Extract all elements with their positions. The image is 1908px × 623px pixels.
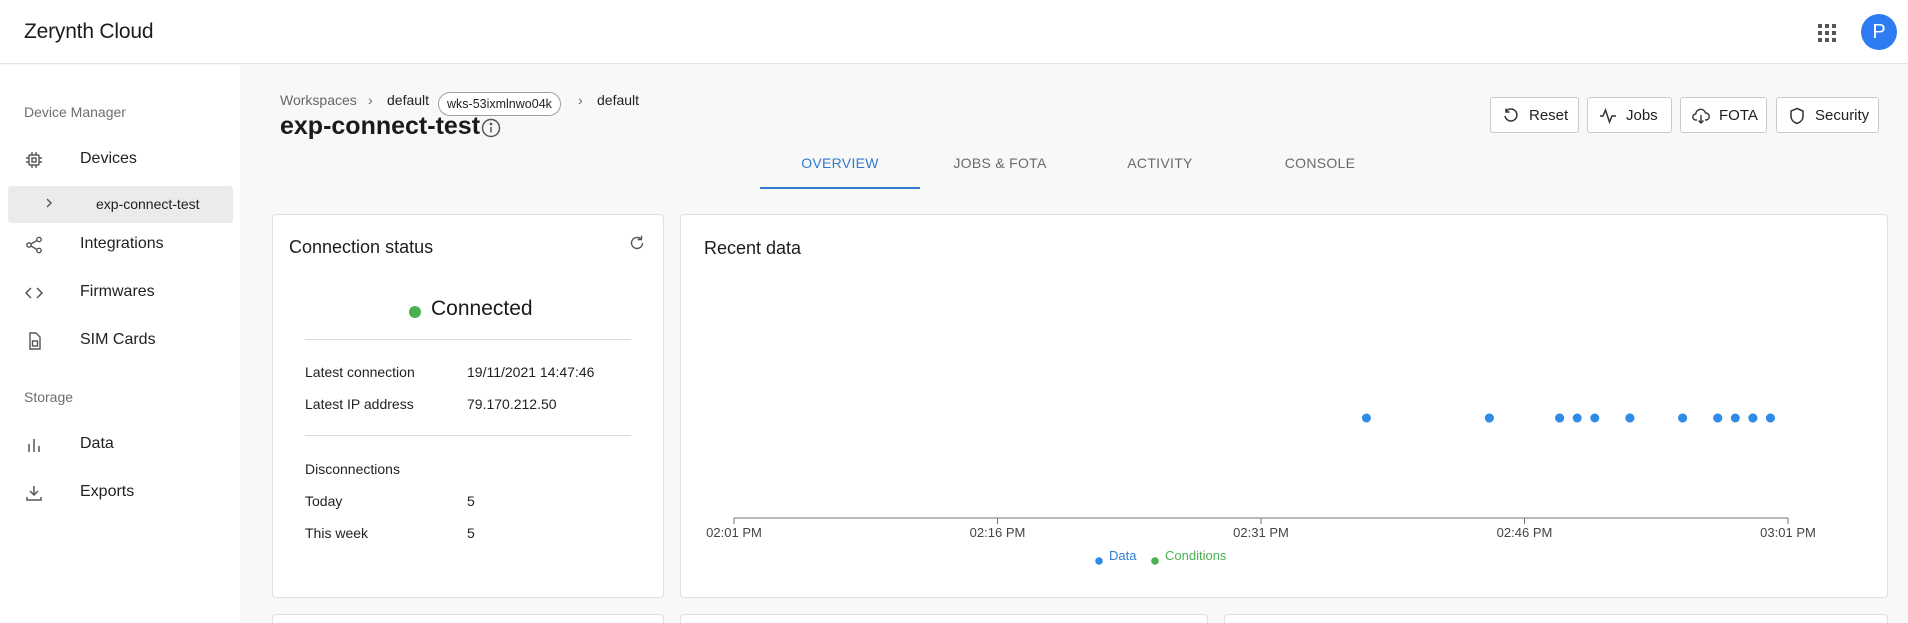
x-tick-label: 02:01 PM [706,525,762,540]
sidebar-item-label: Firmwares [80,283,155,300]
section-device-manager: Device Manager [24,104,126,120]
divider [305,435,631,436]
breadcrumb-workspace-name[interactable]: default [387,92,429,108]
sidebar-item-label: SIM Cards [80,331,156,348]
reset-icon [1504,108,1518,122]
info-icon[interactable] [480,117,502,139]
refresh-icon[interactable] [628,234,646,252]
cloud-download-icon [1692,108,1710,124]
breadcrumb-workspaces[interactable]: Workspaces [280,92,357,108]
tab-overview[interactable]: OVERVIEW [760,155,920,191]
data-point [1713,413,1723,423]
sidebar-item-label: Exports [80,483,135,500]
sidebar-item-label: Integrations [80,235,164,252]
card-partial [272,614,664,623]
user-avatar[interactable]: P [1861,14,1897,50]
sidebar-item-data[interactable]: Data [0,425,240,465]
latest-ip-label: Latest IP address [305,396,414,412]
sidebar-item-integrations[interactable]: Integrations [0,225,240,265]
recent-data-chart: 02:01 PM 02:16 PM 02:31 PM 02:46 PM 03:01 PM… [706,413,1816,565]
today-value: 5 [467,493,475,509]
legend-label: Data [1109,548,1137,563]
bar-chart-icon [28,439,40,452]
week-label: This week [305,525,369,541]
download-icon [26,486,42,501]
legend-marker [1151,557,1159,565]
card-title: Connection status [289,237,434,257]
sidebar-item-label: Devices [80,150,137,167]
data-point [1748,413,1758,423]
connection-status-card: Connection status Connected Latest conne… [272,214,664,598]
security-button-label: Security [1815,107,1870,124]
jobs-button[interactable]: Jobs [1587,97,1672,133]
sidebar-item-firmwares[interactable]: Firmwares [0,273,240,313]
code-icon [24,287,44,299]
breadcrumb-separator: › [578,92,583,108]
disconnections-label: Disconnections [305,461,400,477]
top-bar: Zerynth Cloud P [0,0,1908,64]
tab-console[interactable]: CONSOLE [1240,155,1400,191]
sidebar-item-label: Data [80,435,114,452]
legend-marker [1095,557,1103,565]
status-dot [409,306,421,318]
data-point [1572,413,1582,423]
chevron-right-icon [46,198,52,208]
tab-activity[interactable]: ACTIVITY [1080,155,1240,191]
sidebar-item-devices[interactable]: Devices [0,140,240,180]
data-point [1555,413,1565,423]
security-button[interactable]: Security [1776,97,1879,133]
share-icon [26,236,42,254]
data-point [1678,413,1688,423]
latest-ip-value: 79.170.212.50 [467,396,557,412]
fota-button[interactable]: FOTA [1680,97,1767,133]
breadcrumb-fleet-name[interactable]: default [597,92,639,108]
data-point [1765,413,1775,423]
reset-button-label: Reset [1529,107,1569,124]
latest-connection-value: 19/11/2021 14:47:46 [467,364,595,380]
legend-label: Conditions [1165,548,1227,563]
fota-button-label: FOTA [1719,107,1758,124]
latest-connection-label: Latest connection [305,364,415,380]
apps-grid-icon[interactable] [1816,22,1838,44]
today-label: Today [305,493,343,509]
recent-data-card: Recent data 02:01 PM 02:16 PM 02:31 PM 02:4… [680,214,1888,598]
data-point [1625,413,1635,423]
status-text: Connected [431,297,533,320]
jobs-button-label: Jobs [1626,107,1658,124]
card-partial [1224,614,1888,623]
card-partial [680,614,1208,623]
x-tick-label: 02:16 PM [970,525,1026,540]
page-title: exp-connect-test [280,112,481,140]
tab-jobs-fota[interactable]: JOBS & FOTA [920,155,1080,191]
data-point [1730,413,1740,423]
active-tab-indicator [760,187,920,189]
breadcrumb-separator: › [368,92,373,108]
data-point [1361,413,1371,423]
reset-button[interactable]: Reset [1490,97,1579,133]
sim-card-icon [29,332,41,350]
x-tick-label: 03:01 PM [1760,525,1816,540]
activity-icon [1600,107,1616,125]
x-tick-label: 02:46 PM [1497,525,1553,540]
section-storage: Storage [24,389,74,405]
app-title: Zerynth Cloud [24,20,154,43]
sidebar-subitem-device[interactable]: exp-connect-test [8,186,233,223]
data-point [1484,413,1494,423]
sidebar-item-exports[interactable]: Exports [0,473,240,513]
chip-icon [26,152,42,168]
data-point [1590,413,1600,423]
shield-icon [1790,107,1804,125]
week-value: 5 [467,525,475,541]
x-tick-label: 02:31 PM [1233,525,1289,540]
sidebar-item-sim-cards[interactable]: SIM Cards [0,321,240,361]
sidebar: Device Manager Devices exp-connect-test … [0,65,240,623]
divider [305,339,631,340]
sidebar-subitem-label: exp-connect-test [96,196,200,212]
